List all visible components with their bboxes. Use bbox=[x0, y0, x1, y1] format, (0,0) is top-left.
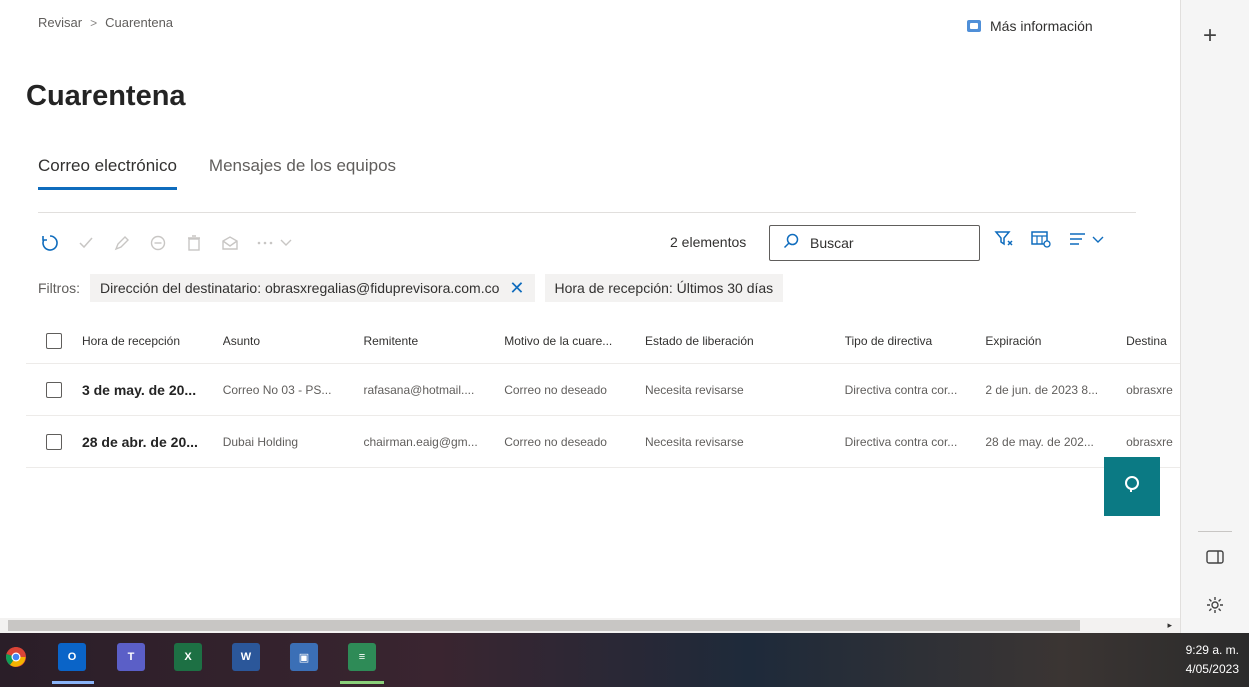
breadcrumb-separator: > bbox=[90, 15, 98, 30]
check-icon[interactable] bbox=[74, 231, 98, 255]
settings-gear-icon[interactable] bbox=[1205, 595, 1225, 620]
word-icon[interactable]: W bbox=[232, 643, 260, 671]
clock-time: 9:29 a. m. bbox=[1185, 643, 1239, 657]
breadcrumb-item-revisar[interactable]: Revisar bbox=[38, 15, 82, 30]
close-icon[interactable]: ✕ bbox=[509, 279, 524, 297]
table-header: Hora de recepción Asunto Remitente Motiv… bbox=[26, 318, 1180, 364]
column-header[interactable]: Hora de recepción bbox=[82, 334, 223, 348]
delete-icon[interactable] bbox=[182, 231, 206, 255]
edit-icon[interactable] bbox=[110, 231, 134, 255]
filters-label: Filtros: bbox=[38, 280, 80, 296]
tab-email[interactable]: Correo electrónico bbox=[38, 156, 177, 190]
refresh-icon[interactable] bbox=[38, 231, 62, 255]
filter-chip-received-time[interactable]: Hora de recepción: Últimos 30 días bbox=[544, 274, 784, 302]
column-header[interactable]: Expiración bbox=[985, 334, 1126, 348]
more-info-label: Más información bbox=[990, 18, 1093, 34]
cell-policy-type: Directiva contra cor... bbox=[844, 382, 958, 397]
cell-recipient: obrasxre bbox=[1126, 382, 1173, 397]
cell-sender: chairman.eaig@gm... bbox=[363, 434, 478, 449]
table-row[interactable]: 28 de abr. de 20... Dubai Holding chairm… bbox=[26, 416, 1180, 468]
cell-subject: Correo No 03 - PS... bbox=[222, 382, 332, 397]
excel-icon[interactable]: X bbox=[174, 643, 202, 671]
help-chat-button[interactable] bbox=[1104, 457, 1160, 516]
teams-icon[interactable]: T bbox=[117, 643, 145, 671]
outlook-icon[interactable]: O bbox=[58, 643, 86, 671]
scroll-right-arrow-icon[interactable]: ▸ bbox=[1167, 620, 1172, 631]
cell-reason: Correo no deseado bbox=[504, 382, 607, 397]
column-header[interactable]: Tipo de directiva bbox=[845, 334, 986, 348]
notepad-icon[interactable]: ≡ bbox=[348, 643, 376, 671]
system-clock[interactable]: 9:29 a. m. 4/05/2023 bbox=[1186, 641, 1239, 679]
item-count: 2 elementos bbox=[670, 234, 747, 250]
filter-icon[interactable] bbox=[994, 229, 1014, 249]
row-checkbox[interactable] bbox=[26, 381, 82, 398]
search-input[interactable] bbox=[808, 234, 962, 252]
cell-subject: Dubai Holding bbox=[222, 434, 299, 449]
sidebar-toggle-icon[interactable] bbox=[1205, 548, 1225, 571]
cell-policy-type: Directiva contra cor... bbox=[844, 434, 958, 449]
remote-desktop-icon[interactable]: ▣ bbox=[290, 643, 318, 671]
view-tools bbox=[994, 229, 1108, 249]
block-icon[interactable] bbox=[146, 231, 170, 255]
right-side-rail: + bbox=[1180, 0, 1249, 633]
cell-recipient: obrasxre bbox=[1126, 434, 1173, 449]
chat-icon bbox=[1123, 475, 1141, 498]
filter-chip-text: Dirección del destinatario: obrasxregali… bbox=[100, 280, 500, 296]
cell-received: 3 de may. de 20... bbox=[81, 381, 197, 398]
row-checkbox[interactable] bbox=[26, 433, 82, 450]
tab-teams-messages[interactable]: Mensajes de los equipos bbox=[209, 156, 396, 190]
column-header[interactable]: Motivo de la cuare... bbox=[504, 334, 645, 348]
cell-reason: Correo no deseado bbox=[504, 434, 607, 449]
table-row[interactable]: 3 de may. de 20... Correo No 03 - PS... … bbox=[26, 364, 1180, 416]
active-app-indicator bbox=[340, 681, 384, 684]
search-box[interactable] bbox=[769, 225, 980, 261]
page-title: Cuarentena bbox=[26, 80, 186, 112]
action-toolbar bbox=[38, 228, 298, 258]
chrome-icon[interactable] bbox=[2, 643, 30, 671]
group-by-icon[interactable] bbox=[1068, 229, 1108, 249]
info-icon bbox=[966, 18, 982, 34]
more-icon[interactable] bbox=[254, 231, 298, 255]
add-icon[interactable]: + bbox=[1203, 22, 1217, 50]
main-content: Revisar > Cuarentena Más información Cua… bbox=[0, 0, 1180, 618]
filter-chip-recipient[interactable]: Dirección del destinatario: obrasxregali… bbox=[90, 274, 535, 302]
more-info-link[interactable]: Más información bbox=[966, 18, 1093, 34]
horizontal-scrollbar[interactable]: ▸ bbox=[0, 618, 1180, 633]
breadcrumb: Revisar > Cuarentena bbox=[38, 15, 173, 30]
cell-received: 28 de abr. de 20... bbox=[81, 433, 198, 450]
windows-taskbar: O T X W ▣ ≡ 9:29 a. m. 4/05/2023 bbox=[0, 633, 1249, 687]
cell-expiration: 2 de jun. de 2023 8... bbox=[985, 382, 1099, 397]
customize-columns-icon[interactable] bbox=[1030, 229, 1052, 249]
tabs-divider bbox=[38, 212, 1136, 213]
select-all-checkbox[interactable] bbox=[26, 332, 82, 349]
quarantine-table: Hora de recepción Asunto Remitente Motiv… bbox=[26, 318, 1180, 468]
search-icon bbox=[782, 232, 800, 255]
tab-list: Correo electrónico Mensajes de los equip… bbox=[38, 156, 396, 190]
cell-expiration: 28 de may. de 202... bbox=[985, 434, 1094, 449]
column-header[interactable]: Asunto bbox=[223, 334, 364, 348]
cell-release-status: Necesita revisarse bbox=[644, 434, 744, 449]
cell-release-status: Necesita revisarse bbox=[644, 382, 744, 397]
clock-date: 4/05/2023 bbox=[1185, 662, 1239, 676]
column-header[interactable]: Estado de liberación bbox=[645, 334, 845, 348]
cell-sender: rafasana@hotmail.... bbox=[363, 382, 475, 397]
filter-bar: Filtros: Dirección del destinatario: obr… bbox=[38, 274, 784, 302]
scrollbar-thumb[interactable] bbox=[8, 620, 1080, 631]
column-header[interactable]: Remitente bbox=[363, 334, 504, 348]
mail-icon[interactable] bbox=[218, 231, 242, 255]
rail-divider bbox=[1198, 531, 1232, 532]
active-app-indicator bbox=[52, 681, 94, 684]
breadcrumb-item-cuarentena[interactable]: Cuarentena bbox=[105, 15, 173, 30]
filter-chip-text: Hora de recepción: Últimos 30 días bbox=[554, 280, 774, 296]
column-header[interactable]: Destina bbox=[1126, 334, 1180, 348]
